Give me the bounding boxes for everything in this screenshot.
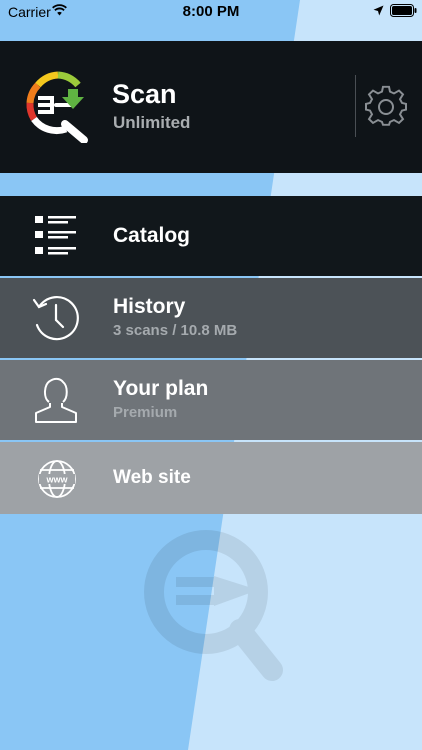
- settings-button[interactable]: [364, 85, 408, 129]
- menu-item-website[interactable]: www Web site: [0, 442, 422, 514]
- gear-icon: [365, 85, 407, 126]
- status-bar: Carrier 8:00 PM: [0, 0, 422, 24]
- website-title: Web site: [113, 467, 191, 488]
- menu-item-your-plan[interactable]: Your plan Premium: [0, 360, 422, 440]
- catalog-title: Catalog: [113, 224, 191, 247]
- history-subtitle: 3 scans / 10.8 MB: [113, 322, 238, 339]
- history-title: History: [113, 295, 186, 318]
- clock-history-icon: [32, 296, 79, 341]
- app-logo-icon: [26, 71, 88, 143]
- list-icon: [35, 216, 76, 255]
- www-glyph-text: www: [45, 475, 68, 485]
- globe-www-icon: www: [38, 460, 76, 498]
- app-subtitle: Unlimited: [113, 113, 191, 132]
- header-divider: [355, 75, 356, 137]
- person-icon: [35, 377, 77, 423]
- clock-time: 8:00 PM: [182, 3, 240, 20]
- menu-item-catalog[interactable]: Catalog: [0, 196, 422, 276]
- battery-icon: [390, 4, 417, 17]
- plan-title: Your plan: [113, 377, 209, 400]
- plan-subtitle: Premium: [113, 404, 178, 421]
- app-title: Scan: [112, 79, 177, 109]
- app-header: Scan Unlimited: [0, 41, 422, 173]
- menu-item-history[interactable]: History 3 scans / 10.8 MB: [0, 278, 422, 358]
- location-arrow-icon: [373, 5, 384, 16]
